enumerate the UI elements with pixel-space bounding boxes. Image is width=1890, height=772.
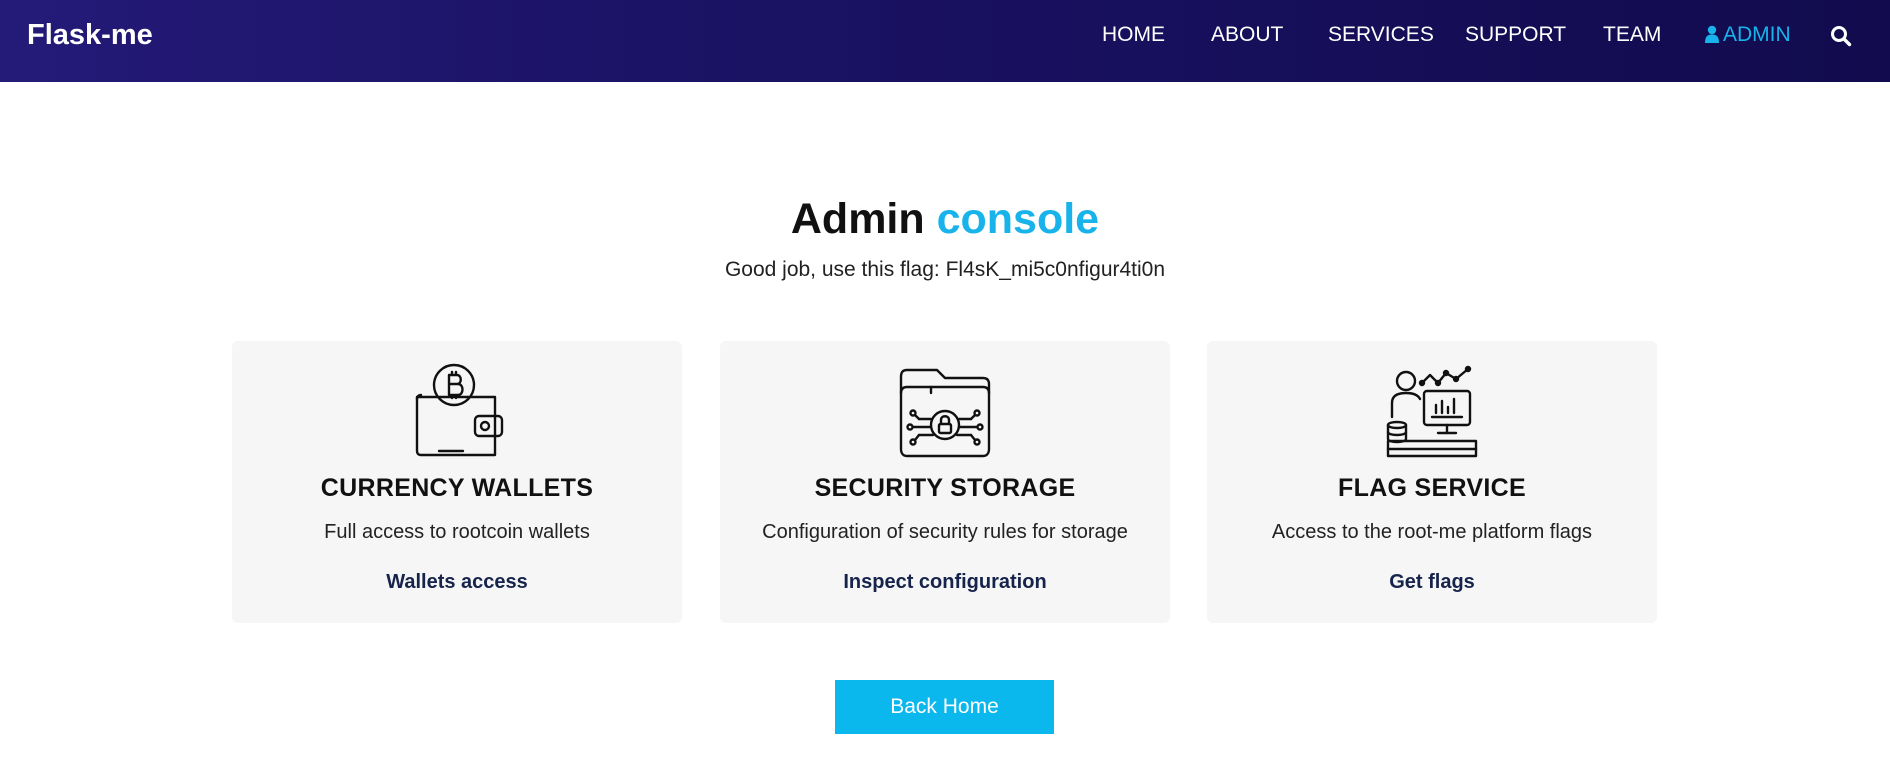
back-home-button[interactable]: Back Home (835, 680, 1054, 734)
user-icon (1705, 25, 1719, 43)
nav-admin-label: ADMIN (1723, 23, 1791, 46)
card-currency-wallets: CURRENCY WALLETS Full access to rootcoin… (232, 341, 682, 623)
card-description: Full access to rootcoin wallets (324, 521, 590, 543)
card-flag-service: FLAG SERVICE Access to the root-me platf… (1207, 341, 1657, 623)
nav-home[interactable]: HOME (1102, 0, 1165, 70)
nav-services[interactable]: SERVICES (1328, 0, 1434, 70)
bitcoin-wallet-icon (415, 363, 504, 457)
inspect-configuration-link[interactable]: Inspect configuration (720, 571, 1170, 594)
secure-folder-icon (899, 368, 991, 458)
search-icon[interactable] (1830, 25, 1852, 47)
card-description: Access to the root-me platform flags (1271, 521, 1593, 543)
card-title: CURRENCY WALLETS (320, 474, 594, 502)
nav-support[interactable]: SUPPORT (1465, 0, 1566, 70)
nav-team[interactable]: TEAM (1603, 0, 1661, 70)
card-title: FLAG SERVICE (1338, 474, 1526, 502)
navbar: Flask-me HOME ABOUT SERVICES SUPPORT TEA… (0, 0, 1890, 82)
page-title-accent: console (936, 195, 1100, 243)
card-title: SECURITY STORAGE (814, 474, 1076, 502)
page-title: Admin console (0, 193, 1890, 245)
wallets-access-link[interactable]: Wallets access (232, 571, 682, 594)
brand-logo[interactable]: Flask-me (27, 0, 153, 70)
nav-admin[interactable]: ADMIN (1705, 0, 1791, 70)
flag-message: Good job, use this flag: Fl4sK_mi5c0nfig… (724, 258, 1166, 281)
card-description: Configuration of security rules for stor… (762, 521, 1128, 543)
nav-about[interactable]: ABOUT (1211, 0, 1283, 70)
page-title-main: Admin (790, 195, 925, 243)
get-flags-link[interactable]: Get flags (1207, 571, 1657, 594)
analytics-user-icon (1386, 365, 1478, 458)
card-security-storage: SECURITY STORAGE Configuration of securi… (720, 341, 1170, 623)
